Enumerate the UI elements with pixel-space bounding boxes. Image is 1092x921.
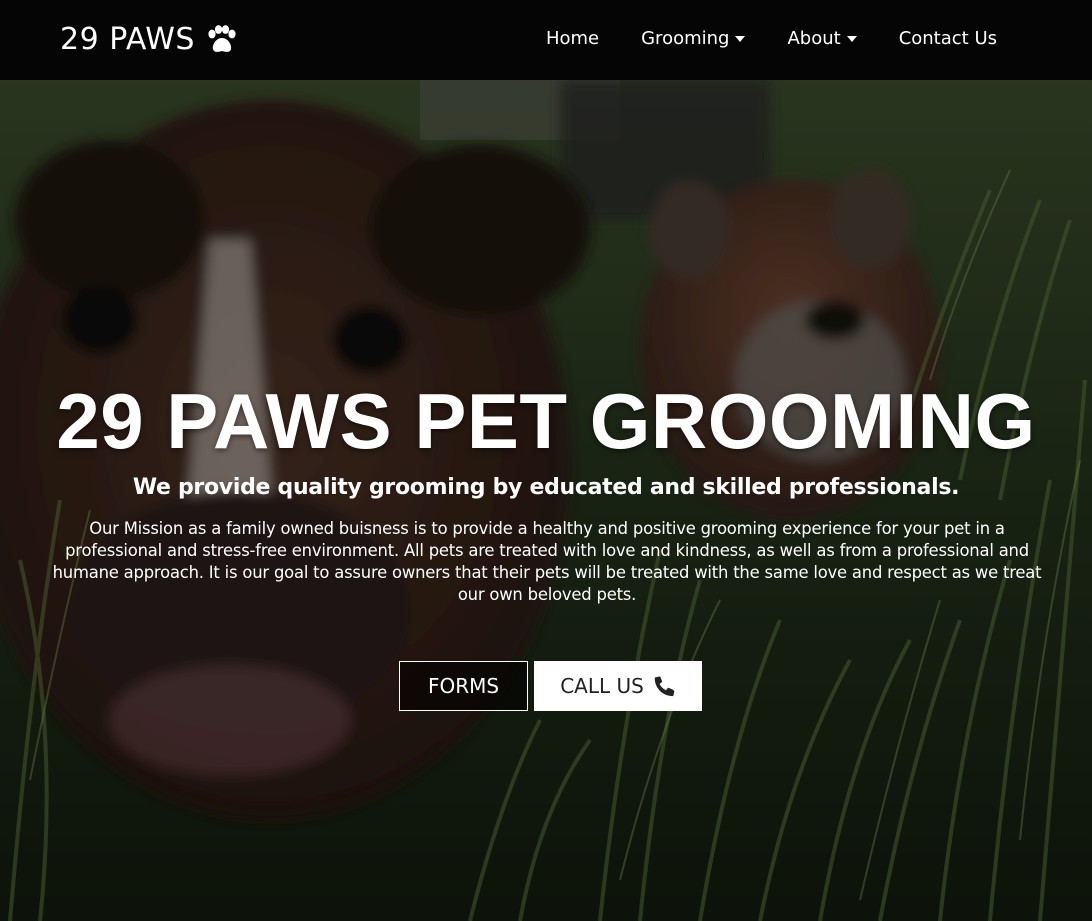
hero-dark-overlay	[0, 80, 1092, 921]
nav-home-label: Home	[545, 28, 600, 49]
paw-icon	[205, 24, 239, 55]
phone-icon	[654, 675, 676, 697]
main-nav: Home Grooming About Contact Us	[546, 28, 997, 49]
call-us-button-label: CALL US	[560, 674, 644, 698]
nav-grooming-label: Grooming	[641, 28, 730, 49]
nav-contact-us[interactable]: Contact Us	[899, 28, 997, 49]
call-us-button[interactable]: CALL US	[534, 661, 702, 711]
nav-about-label: About	[787, 28, 841, 49]
nav-home[interactable]: Home	[546, 28, 599, 49]
nav-grooming[interactable]: Grooming	[641, 28, 746, 49]
mission-statement: Our Mission as a family owned buisness i…	[52, 519, 1042, 604]
top-navbar: 29 PAWS Home Grooming About Contact Us	[0, 0, 1092, 80]
hero-title: 29 PAWS PET GROOMING	[56, 377, 1036, 465]
brand-name: 29 PAWS	[60, 22, 195, 57]
forms-button[interactable]: FORMS	[399, 661, 528, 711]
caret-down-icon	[735, 35, 746, 42]
caret-down-icon	[846, 35, 857, 42]
nav-contact-label: Contact Us	[898, 28, 997, 49]
brand-logo-link[interactable]: 29 PAWS	[60, 22, 239, 57]
forms-button-label: FORMS	[427, 674, 500, 698]
hero-section: 29 PAWS PET GROOMING We provide quality …	[0, 80, 1092, 921]
hero-subtitle: We provide quality grooming by educated …	[132, 475, 960, 500]
nav-about[interactable]: About	[787, 28, 857, 49]
